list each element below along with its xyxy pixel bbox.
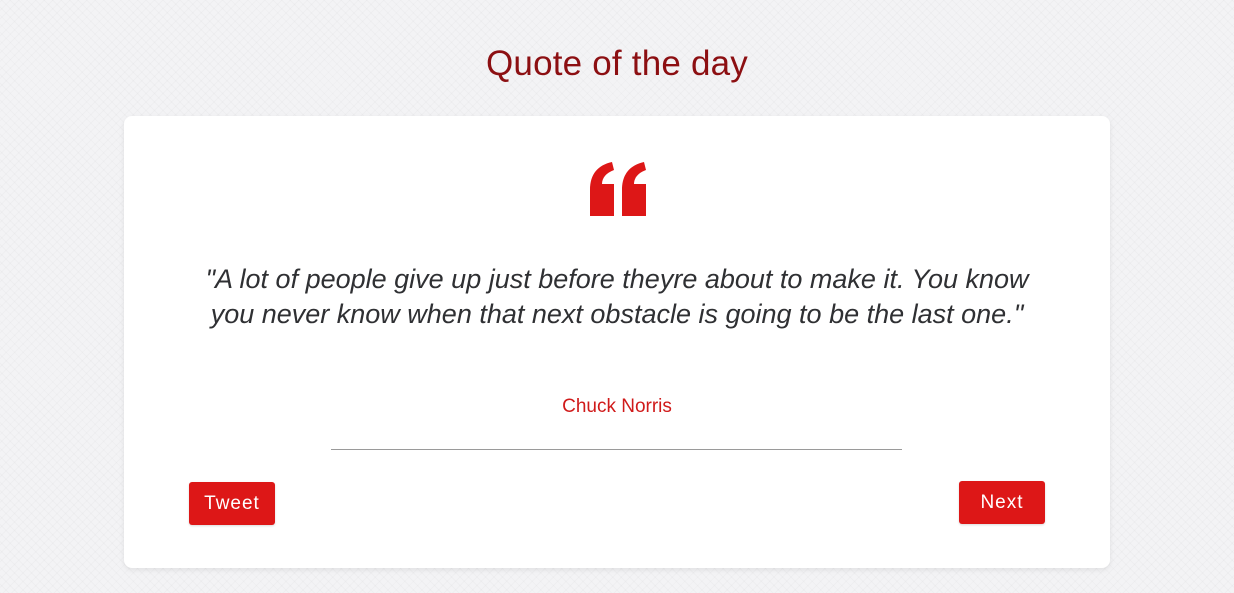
next-button[interactable]: Next — [959, 481, 1045, 524]
quote-text: "A lot of people give up just before the… — [205, 264, 1029, 329]
quote-author: Chuck Norris — [562, 396, 672, 417]
tweet-button[interactable]: Tweet — [189, 482, 275, 525]
page-title: Quote of the day — [486, 44, 748, 83]
divider — [331, 449, 902, 450]
quote-open-icon — [590, 162, 646, 216]
